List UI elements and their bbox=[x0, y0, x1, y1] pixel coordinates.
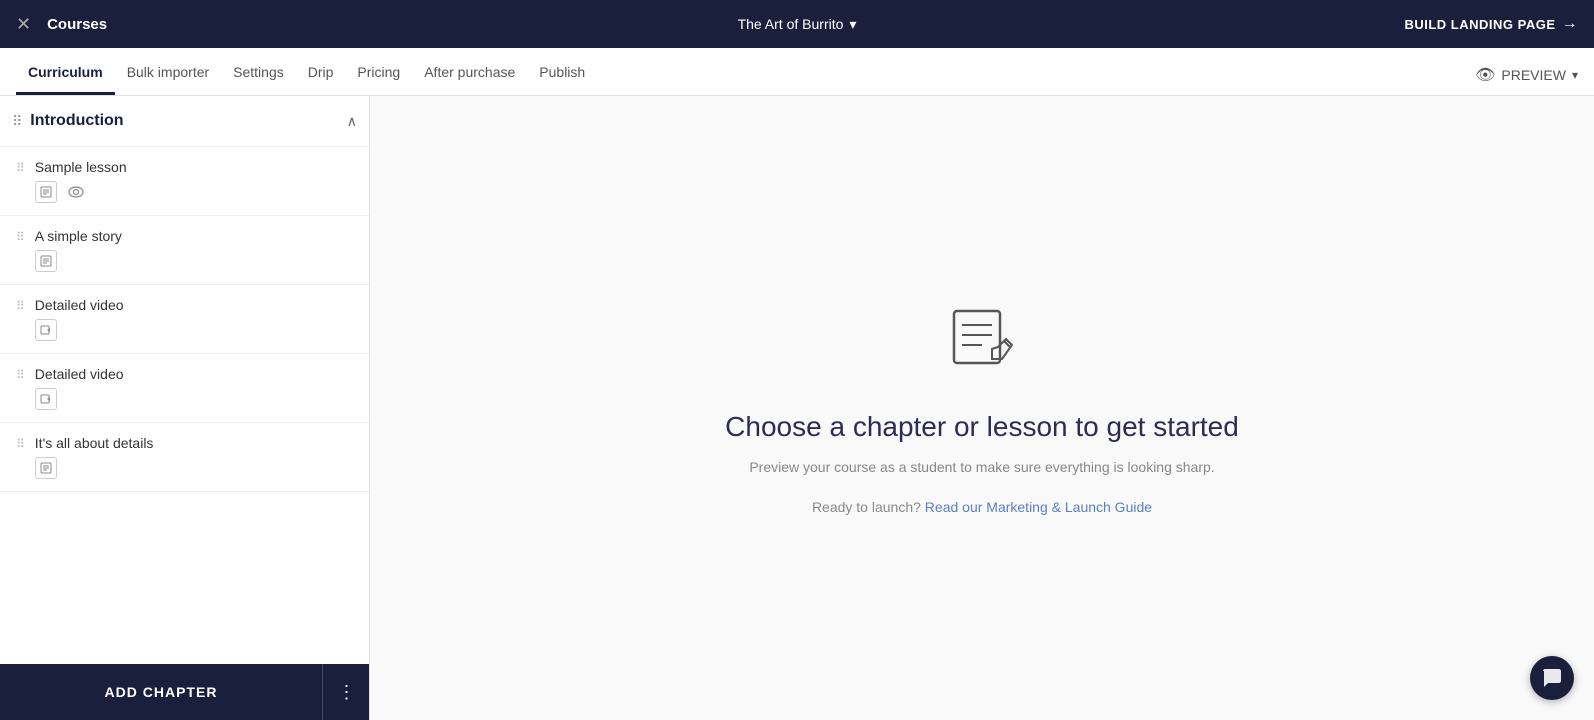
lesson-icons bbox=[35, 250, 357, 272]
tabs-bar: Curriculum Bulk importer Settings Drip P… bbox=[0, 48, 1594, 96]
build-landing-button[interactable]: BUILD LANDING PAGE → bbox=[1404, 15, 1578, 33]
lesson-content: Sample lesson bbox=[35, 159, 357, 203]
lesson-item[interactable]: ⠿ It's all about details bbox=[0, 423, 369, 492]
lesson-icons bbox=[35, 388, 357, 410]
sidebar-scroll: ⠿ Introduction ∧ ⠿ Sample lesson bbox=[0, 96, 369, 720]
lesson-content: Detailed video bbox=[35, 366, 357, 410]
tab-curriculum[interactable]: Curriculum bbox=[16, 48, 115, 95]
course-name: The Art of Burrito bbox=[738, 16, 844, 32]
preview-button[interactable]: 👁 PREVIEW ▾ bbox=[1475, 65, 1578, 95]
tab-pricing[interactable]: Pricing bbox=[345, 48, 412, 95]
app-title: Courses bbox=[47, 16, 107, 33]
lesson-drag-handle[interactable]: ⠿ bbox=[16, 435, 25, 451]
lesson-drag-handle[interactable]: ⠿ bbox=[16, 297, 25, 313]
lesson-name: Detailed video bbox=[35, 297, 357, 313]
preview-eye-icon: 👁 bbox=[1475, 65, 1495, 85]
lesson-content: Detailed video bbox=[35, 297, 357, 341]
launch-text: Ready to launch? Read our Marketing & La… bbox=[812, 499, 1152, 515]
main-content-area: Choose a chapter or lesson to get starte… bbox=[370, 96, 1594, 720]
lesson-name: A simple story bbox=[35, 228, 357, 244]
preview-caret-icon: ▾ bbox=[1572, 68, 1578, 82]
lesson-item[interactable]: ⠿ Detailed video bbox=[0, 354, 369, 423]
chapter-introduction[interactable]: ⠿ Introduction ∧ bbox=[0, 96, 369, 147]
lesson-icons bbox=[35, 457, 357, 479]
lesson-type-icon bbox=[35, 457, 57, 479]
sidebar: ⠿ Introduction ∧ ⠿ Sample lesson bbox=[0, 96, 370, 720]
lesson-name: It's all about details bbox=[35, 435, 357, 451]
lesson-drag-handle[interactable]: ⠿ bbox=[16, 366, 25, 382]
main-heading: Choose a chapter or lesson to get starte… bbox=[725, 411, 1239, 443]
course-title-dropdown[interactable]: The Art of Burrito ▾ bbox=[738, 16, 857, 33]
lesson-type-icon bbox=[35, 181, 57, 203]
chapter-collapse-icon[interactable]: ∧ bbox=[347, 113, 357, 130]
more-options-button[interactable]: ⋮ bbox=[322, 664, 370, 720]
tab-bulk-importer[interactable]: Bulk importer bbox=[115, 48, 221, 95]
chapter-title: Introduction bbox=[30, 112, 346, 130]
close-icon[interactable]: ✕ bbox=[16, 14, 31, 35]
lesson-preview-icon bbox=[65, 181, 87, 203]
tab-publish[interactable]: Publish bbox=[527, 48, 597, 95]
lesson-drag-handle[interactable]: ⠿ bbox=[16, 228, 25, 244]
lesson-item[interactable]: ⠿ A simple story bbox=[0, 216, 369, 285]
tab-drip[interactable]: Drip bbox=[296, 48, 346, 95]
arrow-icon: → bbox=[1562, 15, 1579, 33]
lesson-item[interactable]: ⠿ Sample lesson bbox=[0, 147, 369, 216]
lesson-name: Sample lesson bbox=[35, 159, 357, 175]
tab-after-purchase[interactable]: After purchase bbox=[412, 48, 527, 95]
lesson-type-icon bbox=[35, 250, 57, 272]
lesson-item[interactable]: ⠿ Detailed video bbox=[0, 285, 369, 354]
main-layout: ⠿ Introduction ∧ ⠿ Sample lesson bbox=[0, 96, 1594, 720]
main-subtext: Preview your course as a student to make… bbox=[749, 459, 1214, 475]
lesson-type-icon bbox=[35, 388, 57, 410]
lesson-drag-handle[interactable]: ⠿ bbox=[16, 159, 25, 175]
lesson-icons bbox=[35, 319, 357, 341]
marketing-guide-link[interactable]: Read our Marketing & Launch Guide bbox=[925, 499, 1152, 515]
lesson-type-icon bbox=[35, 319, 57, 341]
course-dropdown-icon: ▾ bbox=[849, 16, 856, 33]
more-dots-icon: ⋮ bbox=[338, 682, 356, 703]
lesson-icons bbox=[35, 181, 357, 203]
content-placeholder-icon bbox=[946, 301, 1018, 387]
top-bar: ✕ Courses The Art of Burrito ▾ BUILD LAN… bbox=[0, 0, 1594, 48]
add-chapter-button[interactable]: ADD CHAPTER bbox=[0, 664, 322, 720]
sidebar-bottom-bar: ADD CHAPTER ⋮ bbox=[0, 664, 370, 720]
tab-settings[interactable]: Settings bbox=[221, 48, 296, 95]
chat-bubble[interactable] bbox=[1530, 656, 1574, 700]
chapter-drag-handle[interactable]: ⠿ bbox=[12, 113, 22, 130]
lesson-content: It's all about details bbox=[35, 435, 357, 479]
lesson-name: Detailed video bbox=[35, 366, 357, 382]
lesson-content: A simple story bbox=[35, 228, 357, 272]
